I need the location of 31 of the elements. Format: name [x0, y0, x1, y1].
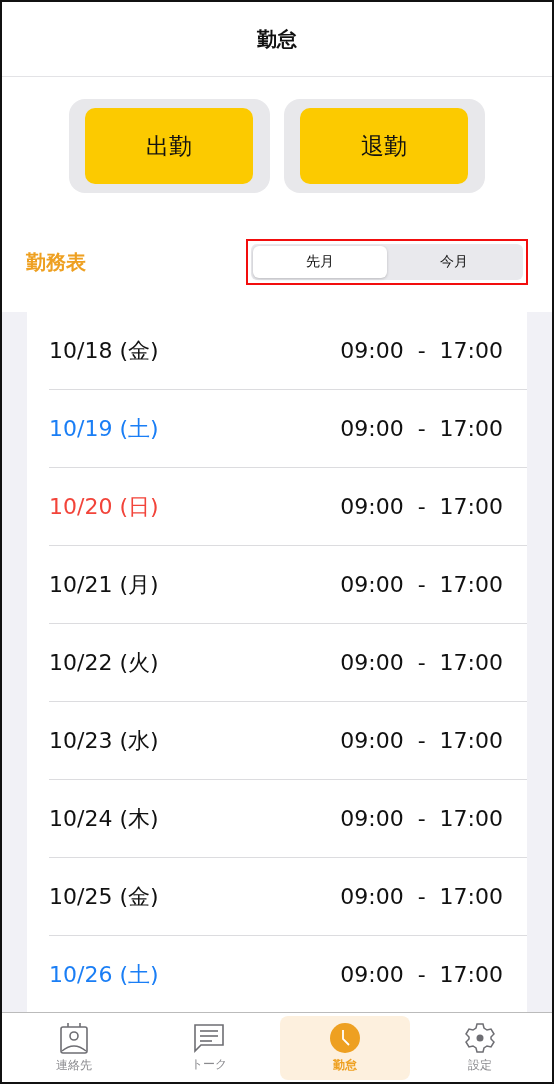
date-label: 10/21 (月): [49, 570, 159, 599]
time-range: 09:00 - 17:00: [340, 728, 503, 753]
time-range: 09:00 - 17:00: [340, 338, 503, 363]
date-label: 10/24 (木): [49, 804, 159, 833]
date-label: 10/19 (土): [49, 414, 159, 443]
punch-button[interactable]: 出勤: [85, 108, 253, 184]
date-label: 10/26 (土): [49, 960, 159, 989]
segment-tab[interactable]: 今月: [387, 246, 521, 278]
punch-button[interactable]: 退勤: [300, 108, 468, 184]
time-range: 09:00 - 17:00: [340, 572, 503, 597]
time-range: 09:00 - 17:00: [340, 494, 503, 519]
time-range: 09:00 - 17:00: [340, 962, 503, 987]
time-range: 09:00 - 17:00: [340, 884, 503, 909]
date-label: 10/23 (水): [49, 726, 159, 755]
settings-icon: [464, 1022, 497, 1054]
tab-bar-item[interactable]: 連絡先: [8, 1016, 139, 1080]
screen-title: 勤怠: [257, 25, 297, 53]
tab-bar-item[interactable]: 設定: [415, 1016, 546, 1080]
time-range: 09:00 - 17:00: [340, 650, 503, 675]
date-label: 10/25 (金): [49, 882, 159, 911]
date-label: 10/20 (日): [49, 492, 159, 521]
tab-bar-item[interactable]: トーク: [144, 1016, 275, 1080]
chat-bubble-icon: [192, 1023, 227, 1053]
date-label: 10/22 (火): [49, 648, 159, 677]
time-range: 09:00 - 17:00: [340, 416, 503, 441]
segment-tab[interactable]: 先月: [253, 246, 387, 278]
section-title: 勤務表: [26, 248, 86, 276]
date-label: 10/18 (金): [49, 336, 159, 365]
time-range: 09:00 - 17:00: [340, 806, 503, 831]
contact-card-icon: [58, 1022, 89, 1054]
clock-icon: [328, 1022, 361, 1054]
